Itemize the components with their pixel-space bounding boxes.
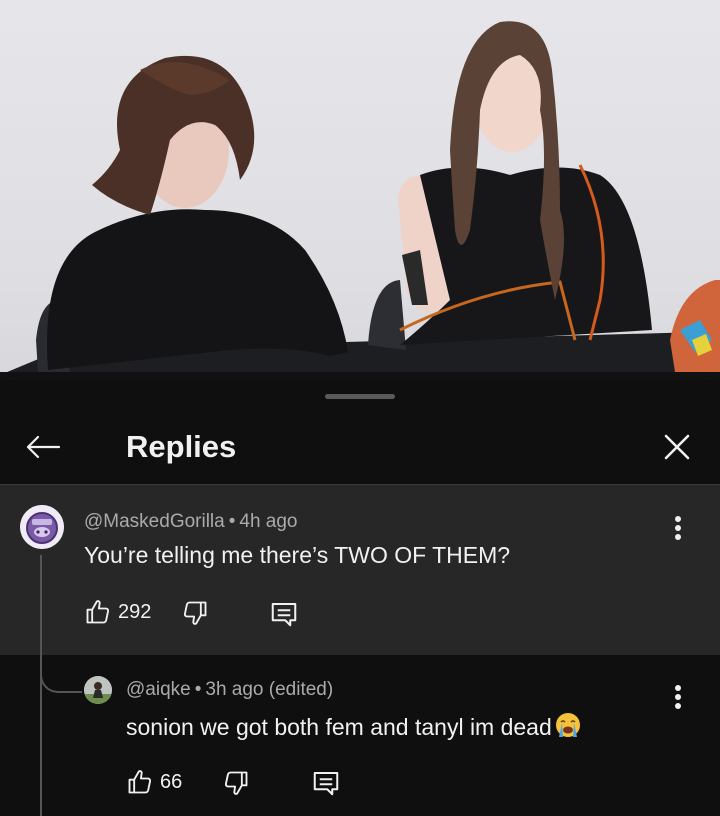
arrow-left-icon [26,435,61,459]
thumbs-down-icon [224,771,248,795]
meta-separator: • [194,679,202,700]
comment-more-button[interactable] [663,508,693,548]
thumbs-up-icon [86,600,110,624]
thumbs-down-icon [183,601,207,625]
back-button[interactable] [20,424,66,470]
reply-text-line: sonion we got both fem and tanyl im dead [126,711,582,745]
masked-gorilla-avatar[interactable] [20,505,64,549]
close-button[interactable] [654,424,700,470]
aiqke-avatar[interactable] [84,676,112,704]
like-count: 292 [118,600,152,623]
reply-author[interactable]: @aiqke [126,679,191,700]
reply-like-button[interactable]: 66 [126,768,182,796]
reply-button[interactable] [269,599,299,629]
reply-more-button[interactable] [663,677,693,717]
reply-meta: @aiqke • 3h ago (edited) [126,679,333,701]
close-icon [664,434,690,460]
comment-meta: @MaskedGorilla • 4h ago [84,511,298,533]
comment-author[interactable]: @MaskedGorilla [84,511,225,532]
comment-icon [271,603,297,627]
replies-panel: Replies @MaskedGorilla • 4h ago You’re tel… [0,380,720,816]
reply-like-count: 66 [160,770,183,793]
drag-handle[interactable] [325,394,395,399]
thumbs-up-icon [128,770,152,794]
thread-line [40,555,42,816]
video-frame [0,21,720,380]
reply-dislike-button[interactable] [222,769,250,797]
dislike-button[interactable] [181,599,209,627]
gorilla-icon [20,505,64,549]
comment-time: 4h ago [239,511,298,532]
video-player[interactable] [0,0,720,380]
reply-text: sonion we got both fem and tanyl im dead [126,714,552,740]
comment-icon [313,772,339,796]
like-button[interactable]: 292 [84,598,151,626]
panel-header: Replies [0,410,720,484]
meta-separator: • [228,511,236,532]
comment-text: You’re telling me there’s TWO OF THEM? [84,542,511,568]
aiqke-avatar-icon [84,676,112,704]
more-vertical-icon [675,685,681,709]
panel-title: Replies [126,429,237,464]
more-vertical-icon [675,516,681,540]
loudly-crying-face-emoji [554,711,582,745]
reply-time: 3h ago (edited) [205,679,334,700]
thread-connector [40,655,82,693]
reply-reply-button[interactable] [311,768,341,798]
